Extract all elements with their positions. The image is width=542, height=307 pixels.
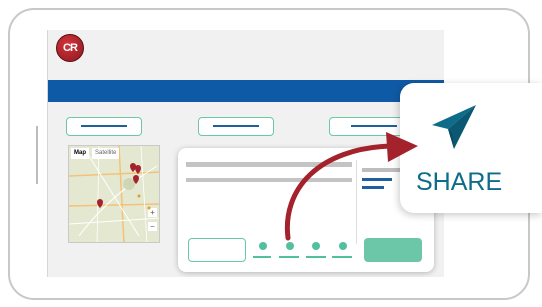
map-widget[interactable]: Map Satellite + −: [68, 145, 160, 243]
share-callout[interactable]: SHARE: [400, 83, 542, 213]
link-placeholder-1: [362, 178, 392, 181]
paper-plane-icon: [432, 105, 476, 149]
link-placeholder-2: [362, 186, 384, 189]
step-dot-3[interactable]: [312, 242, 320, 250]
text-placeholder-3: [362, 168, 402, 172]
text-placeholder-2: [186, 178, 352, 182]
brand-logo[interactable]: CR: [56, 34, 84, 62]
tablet-home-button: [36, 126, 38, 184]
nav-button-3-label-placeholder: [351, 125, 397, 127]
step-dot-1[interactable]: [259, 242, 267, 250]
step-underline-2: [279, 256, 299, 258]
secondary-button[interactable]: [188, 238, 246, 262]
step-dot-2[interactable]: [286, 242, 294, 250]
map-pin-icon: [97, 163, 141, 208]
step-underline-3: [306, 256, 326, 258]
share-label: SHARE: [416, 168, 503, 196]
column-divider: [356, 160, 357, 244]
nav-button-1[interactable]: [66, 117, 142, 136]
header-bar: [48, 80, 444, 102]
map-pins: [97, 163, 151, 210]
step-underline-4: [332, 256, 352, 258]
primary-button[interactable]: [364, 238, 422, 262]
nav-button-2[interactable]: [198, 117, 274, 136]
step-dot-4[interactable]: [339, 242, 347, 250]
nav-button-2-label-placeholder: [213, 125, 259, 127]
app-screen: CR Map Satellite + −: [47, 30, 444, 277]
nav-button-1-label-placeholder: [81, 125, 127, 127]
logo-text: CR: [63, 42, 78, 54]
step-underline-1: [253, 256, 271, 258]
content-card: [178, 148, 434, 272]
text-placeholder-1: [186, 162, 352, 167]
